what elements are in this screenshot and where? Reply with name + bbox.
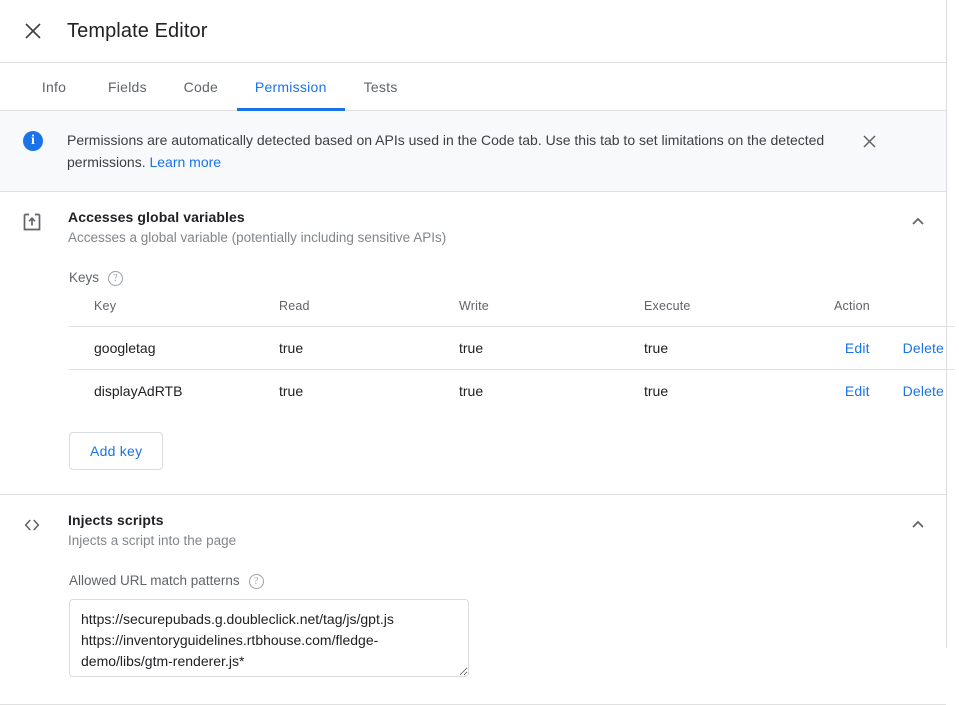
section-title: Injects scripts [68,512,164,528]
keys-table-head: Key Read Write Execute Action [69,299,954,327]
tab-tests[interactable]: Tests [345,63,417,110]
delete-key-button[interactable]: Delete [903,383,944,399]
keys-table-body: googletag true true true Edit Delete dis… [69,326,954,412]
code-brackets-icon [20,513,44,537]
table-row: googletag true true true Edit Delete [69,326,954,370]
cell-key: displayAdRTB [69,369,279,412]
keys-label: Keys [69,270,100,285]
url-patterns-label-row: Allowed URL match patterns ? [69,572,946,590]
url-patterns-label: Allowed URL match patterns [69,573,240,588]
add-key-button[interactable]: Add key [69,432,164,470]
cell-key: googletag [69,326,279,370]
permission-section-injects-scripts: Injects scripts Injects a script into th… [0,495,946,705]
tab-info[interactable]: Info [18,63,90,110]
tab-code[interactable]: Code [165,63,237,110]
section-title-block: Accesses global variables Accesses a glo… [68,208,904,247]
allowed-url-match-patterns-input[interactable] [69,599,469,677]
column-header-write: Write [459,299,489,313]
section-title-block: Injects scripts Injects a script into th… [68,511,904,550]
permissions-info-banner: i Permissions are automatically detected… [0,111,946,192]
export-box-arrow-up-icon [20,210,44,234]
section-subtitle: Injects a script into the page [68,533,237,548]
collapse-section-button[interactable] [904,208,932,236]
banner-message: Permissions are automatically detected b… [67,129,857,173]
page-title: Template Editor [67,20,208,42]
learn-more-link[interactable]: Learn more [149,154,221,170]
section-subtitle: Accesses a global variable (potentially … [68,230,447,245]
column-header-read: Read [279,299,310,313]
section-header: Injects scripts Injects a script into th… [0,495,946,550]
editor-tab-bar: Info Fields Code Permission Tests [0,63,946,111]
section-header: Accesses global variables Accesses a glo… [0,192,946,247]
column-header-key: Key [94,299,117,313]
collapse-section-button[interactable] [904,511,932,539]
column-header-action: Action [834,299,870,313]
cell-actions: Edit Delete [834,369,954,412]
section-title: Accesses global variables [68,209,245,225]
editor-header: Template Editor [0,0,946,63]
permission-section-accesses-global-variables: Accesses global variables Accesses a glo… [0,192,954,495]
cell-execute: true [644,326,834,370]
row-action-group: Edit Delete [834,340,954,356]
table-row: displayAdRTB true true true Edit Delete [69,369,954,412]
template-editor-window: Template Editor Info Fields Code Permiss… [0,0,959,705]
delete-key-button[interactable]: Delete [903,340,944,356]
section-body: Keys ? Key Read Write Execute Action goo… [0,269,954,494]
edit-key-button[interactable]: Edit [845,383,870,399]
section-body: Allowed URL match patterns ? [0,572,946,704]
cell-read: true [279,326,459,370]
table-header-row: Key Read Write Execute Action [69,299,954,327]
help-circle-icon[interactable]: ? [108,270,124,286]
keys-table: Key Read Write Execute Action googletag … [69,299,954,412]
cell-actions: Edit Delete [834,326,954,370]
cell-execute: true [644,369,834,412]
cell-write: true [459,369,644,412]
tab-permission[interactable]: Permission [236,63,345,111]
close-icon [25,23,41,39]
row-action-group: Edit Delete [834,383,954,399]
close-icon [862,134,876,148]
cell-read: true [279,369,459,412]
edit-key-button[interactable]: Edit [845,340,870,356]
chevron-up-icon [912,520,924,528]
cell-write: true [459,326,644,370]
chevron-up-icon [912,217,924,225]
keys-label-row: Keys ? [69,269,946,287]
dismiss-banner-button[interactable] [857,129,881,153]
close-editor-button[interactable] [13,11,53,51]
column-header-execute: Execute [644,299,691,313]
info-icon: i [23,131,43,151]
help-circle-icon[interactable]: ? [248,573,264,589]
tab-fields[interactable]: Fields [90,63,165,110]
